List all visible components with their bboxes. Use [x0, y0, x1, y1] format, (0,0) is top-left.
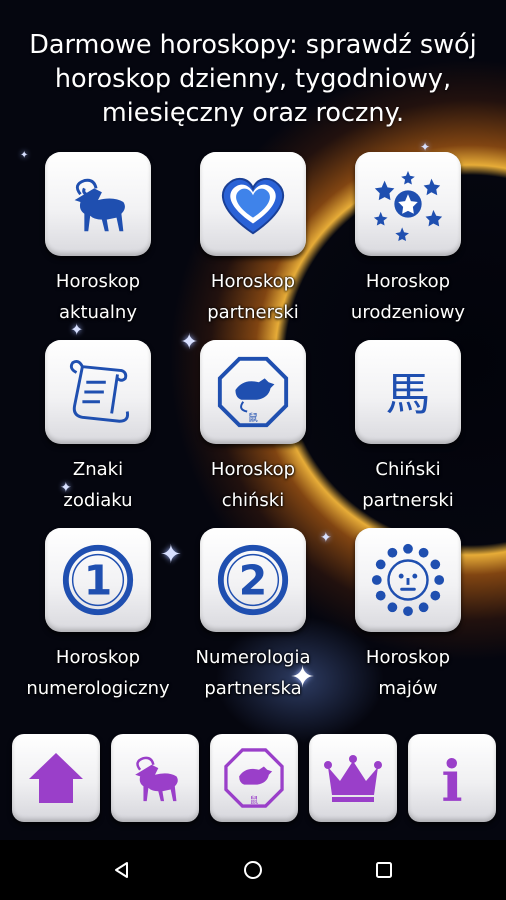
rat-octagon-icon: 鼠 — [217, 356, 289, 428]
tile-horoskop-chinski[interactable]: 鼠 Horoskop chiński — [169, 340, 337, 520]
ram-icon — [74, 178, 125, 232]
rat-octagon-icon: 鼠 — [224, 748, 284, 808]
tile-label: Horoskop majów — [366, 642, 450, 704]
back-button[interactable] — [104, 852, 140, 888]
tile-label: Horoskop partnerski — [207, 266, 299, 328]
recents-square-icon — [376, 862, 392, 878]
number-one-icon: 1 — [62, 544, 134, 616]
crown-icon — [324, 755, 382, 802]
label-line: Horoskop — [365, 647, 451, 668]
svg-text:2: 2 — [239, 557, 267, 605]
label-line: chiński — [221, 490, 285, 511]
svg-text:i: i — [441, 749, 462, 811]
bottom-toolbar: 鼠 i — [0, 734, 506, 824]
tile-label: Znaki zodiaku — [63, 454, 132, 516]
svg-text:馬: 馬 — [386, 368, 431, 421]
tile-button[interactable]: 1 — [45, 528, 151, 632]
label-line: Znaki — [72, 459, 124, 480]
premium-button[interactable] — [309, 734, 397, 822]
tile-horoskop-aktualny[interactable]: Horoskop aktualny — [14, 152, 182, 332]
home-button[interactable] — [12, 734, 100, 822]
chinese-character-icon: 馬 — [386, 368, 431, 421]
label-line: Horoskop — [210, 271, 296, 292]
tile-label: Horoskop numerologiczny — [26, 642, 169, 704]
label-line: Numerologia — [195, 647, 311, 668]
label-line: Horoskop — [55, 647, 141, 668]
label-line: partnerska — [204, 678, 302, 699]
recents-button[interactable] — [366, 852, 402, 888]
tile-znaki-zodiaku[interactable]: Znaki zodiaku — [14, 340, 182, 520]
tile-chinski-partnerski[interactable]: 馬 Chiński partnerski — [324, 340, 492, 520]
heart-icon — [221, 177, 285, 235]
tile-numerologia-partnerska[interactable]: 2 Numerologia partnerska — [169, 528, 337, 708]
ram-icon — [135, 756, 178, 802]
label-line: Horoskop — [210, 459, 296, 480]
tile-label: Numerologia partnerska — [196, 642, 311, 704]
tile-button[interactable]: 馬 — [355, 340, 461, 444]
svg-text:鼠: 鼠 — [250, 795, 258, 805]
label-line: urodzeniowy — [350, 302, 466, 323]
system-navigation-bar — [0, 840, 506, 900]
label-line: Chiński — [375, 459, 441, 480]
tile-label: Chiński partnerski — [362, 454, 454, 516]
label-line: aktualny — [58, 302, 137, 323]
tile-button[interactable] — [45, 152, 151, 256]
svg-text:鼠: 鼠 — [248, 411, 258, 424]
tile-button[interactable] — [45, 340, 151, 444]
title-line: Darmowe horoskopy: sprawdź swój — [29, 30, 477, 60]
chinese-horoscope-button[interactable]: 鼠 — [210, 734, 298, 822]
tile-label: Horoskop aktualny — [56, 266, 140, 328]
label-line: numerologiczny — [26, 678, 170, 699]
title-line: horoskop dzienny, tygodniowy, — [54, 64, 452, 94]
number-two-icon: 2 — [217, 544, 289, 616]
title-line: miesięczny oraz roczny. — [101, 98, 405, 128]
tile-horoskop-majow[interactable]: Horoskop majów — [324, 528, 492, 708]
maya-sun-icon — [371, 543, 445, 617]
tile-button[interactable]: 鼠 — [200, 340, 306, 444]
tile-button[interactable] — [200, 152, 306, 256]
tile-button[interactable] — [355, 152, 461, 256]
tile-horoskop-partnerski[interactable]: Horoskop partnerski — [169, 152, 337, 332]
home-nav-button[interactable] — [235, 852, 271, 888]
tile-horoskop-numerologiczny[interactable]: 1 Horoskop numerologiczny — [14, 528, 182, 708]
home-circle-icon — [244, 861, 262, 879]
page-title: Darmowe horoskopy: sprawdź swój horoskop… — [10, 28, 496, 130]
label-line: Horoskop — [365, 271, 451, 292]
tile-button[interactable]: 2 — [200, 528, 306, 632]
info-icon: i — [441, 749, 462, 811]
label-line: partnerski — [207, 302, 299, 323]
tile-button[interactable] — [355, 528, 461, 632]
scroll-icon — [69, 360, 130, 423]
tile-label: Horoskop chiński — [211, 454, 295, 516]
stars-icon — [373, 170, 443, 242]
tile-label: Horoskop urodzeniowy — [351, 266, 465, 328]
svg-text:1: 1 — [84, 557, 112, 605]
back-triangle-icon — [115, 862, 128, 878]
label-line: partnerski — [362, 490, 454, 511]
zodiac-button[interactable] — [111, 734, 199, 822]
home-icon — [29, 753, 83, 803]
tile-horoskop-urodzeniowy[interactable]: Horoskop urodzeniowy — [324, 152, 492, 332]
label-line: majów — [378, 678, 438, 699]
label-line: Horoskop — [55, 271, 141, 292]
info-button[interactable]: i — [408, 734, 496, 822]
label-line: zodiaku — [63, 490, 133, 511]
